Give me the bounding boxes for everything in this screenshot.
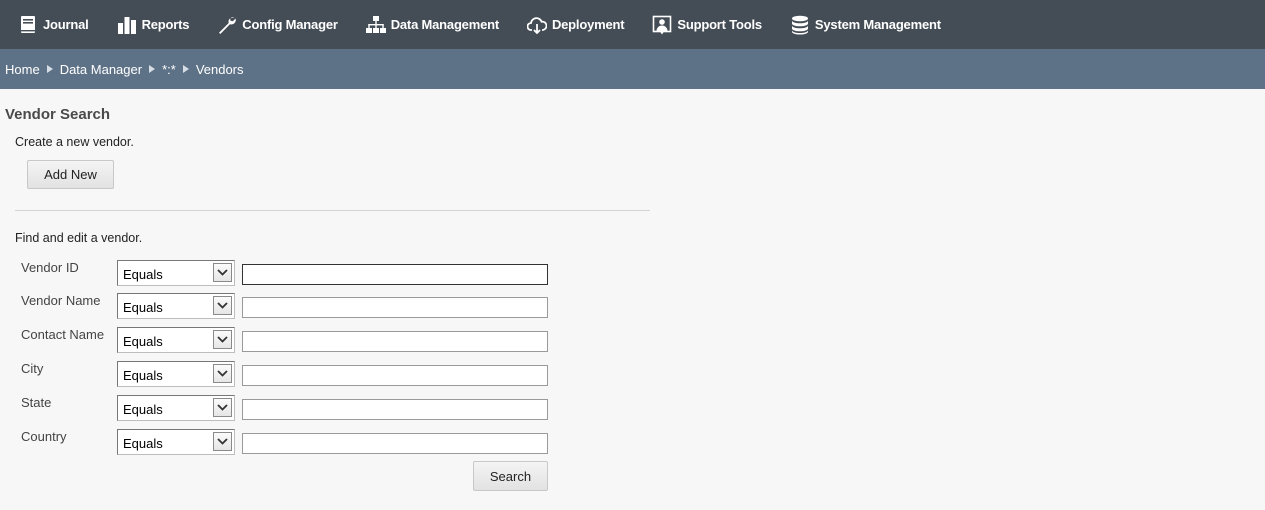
divider — [15, 210, 650, 211]
wrench-icon — [219, 16, 237, 34]
support-person-icon — [653, 15, 672, 34]
field-row-contact-name: Contact Name Equals — [0, 327, 560, 357]
breadcrumb-current: Vendors — [195, 61, 244, 77]
field-row-state: State Equals — [0, 395, 560, 425]
breadcrumb-home[interactable]: Home — [5, 62, 40, 77]
chevron-down-icon[interactable] — [213, 263, 232, 282]
breadcrumb: Home Data Manager *:* Vendors — [0, 49, 1265, 89]
nav-journal[interactable]: Journal — [18, 0, 89, 49]
breadcrumb-separator-icon — [149, 64, 156, 73]
field-row-country: Country Equals — [0, 429, 560, 459]
field-row-vendor-id: Vendor ID Equals — [0, 260, 560, 290]
country-operator-select[interactable]: Equals — [117, 429, 235, 455]
breadcrumb-data-manager[interactable]: Data Manager — [60, 62, 142, 77]
add-new-button[interactable]: Add New — [27, 160, 114, 189]
vendor-name-input[interactable] — [242, 297, 548, 318]
cloud-download-icon — [526, 16, 547, 34]
breadcrumb-separator-icon — [46, 64, 53, 73]
breadcrumb-separator-icon — [182, 64, 189, 73]
chevron-down-icon[interactable] — [213, 364, 232, 383]
country-input[interactable] — [242, 433, 548, 454]
nav-reports[interactable]: Reports — [117, 0, 190, 49]
nav-label: Deployment — [551, 17, 625, 32]
selected-operator: Equals — [123, 436, 163, 451]
vendor-name-operator-select[interactable]: Equals — [117, 293, 235, 319]
nav-label: System Management — [814, 17, 941, 32]
field-row-city: City Equals — [0, 361, 560, 391]
field-label: Contact Name — [21, 327, 105, 342]
page-title: Vendor Search — [5, 106, 111, 123]
selected-operator: Equals — [123, 402, 163, 417]
top-navigation: Journal Reports Config Manager Data Mana… — [0, 0, 1265, 49]
nav-support-tools[interactable]: Support Tools — [652, 0, 762, 49]
nav-deployment[interactable]: Deployment — [526, 0, 625, 49]
database-icon — [791, 15, 808, 34]
nav-label: Journal — [43, 17, 89, 32]
city-operator-select[interactable]: Equals — [117, 361, 235, 387]
selected-operator: Equals — [123, 334, 163, 349]
selected-operator: Equals — [123, 368, 163, 383]
contact-name-operator-select[interactable]: Equals — [117, 327, 235, 353]
chevron-down-icon[interactable] — [213, 296, 232, 315]
city-input[interactable] — [242, 365, 548, 386]
bar-chart-icon — [117, 16, 136, 34]
state-input[interactable] — [242, 399, 548, 420]
state-operator-select[interactable]: Equals — [117, 395, 235, 421]
create-vendor-label: Create a new vendor. — [15, 135, 134, 149]
selected-operator: Equals — [123, 300, 163, 315]
field-label: City — [21, 361, 44, 376]
nav-label: Data Management — [390, 17, 499, 32]
selected-operator: Equals — [123, 267, 163, 282]
chevron-down-icon[interactable] — [213, 432, 232, 451]
field-label: Vendor ID — [21, 260, 79, 275]
find-vendor-label: Find and edit a vendor. — [15, 231, 143, 245]
nav-label: Config Manager — [242, 17, 338, 32]
field-label: Vendor Name — [21, 293, 101, 308]
hierarchy-icon — [365, 15, 386, 33]
chevron-down-icon[interactable] — [213, 330, 232, 349]
search-button[interactable]: Search — [473, 461, 548, 491]
nav-config-manager[interactable]: Config Manager — [217, 0, 338, 49]
field-label: Country — [21, 429, 67, 444]
nav-data-management[interactable]: Data Management — [365, 0, 499, 49]
nav-label: Reports — [141, 17, 190, 32]
nav-label: Support Tools — [677, 17, 762, 32]
vendor-id-input[interactable] — [242, 264, 548, 285]
nav-system-management[interactable]: System Management — [790, 0, 941, 49]
chevron-down-icon[interactable] — [213, 398, 232, 417]
contact-name-input[interactable] — [242, 331, 548, 352]
book-icon — [21, 15, 35, 33]
vendor-id-operator-select[interactable]: Equals — [117, 260, 235, 286]
breadcrumb-wildcard[interactable]: *:* — [162, 62, 176, 77]
field-row-vendor-name: Vendor Name Equals — [0, 293, 560, 323]
field-label: State — [21, 395, 52, 410]
